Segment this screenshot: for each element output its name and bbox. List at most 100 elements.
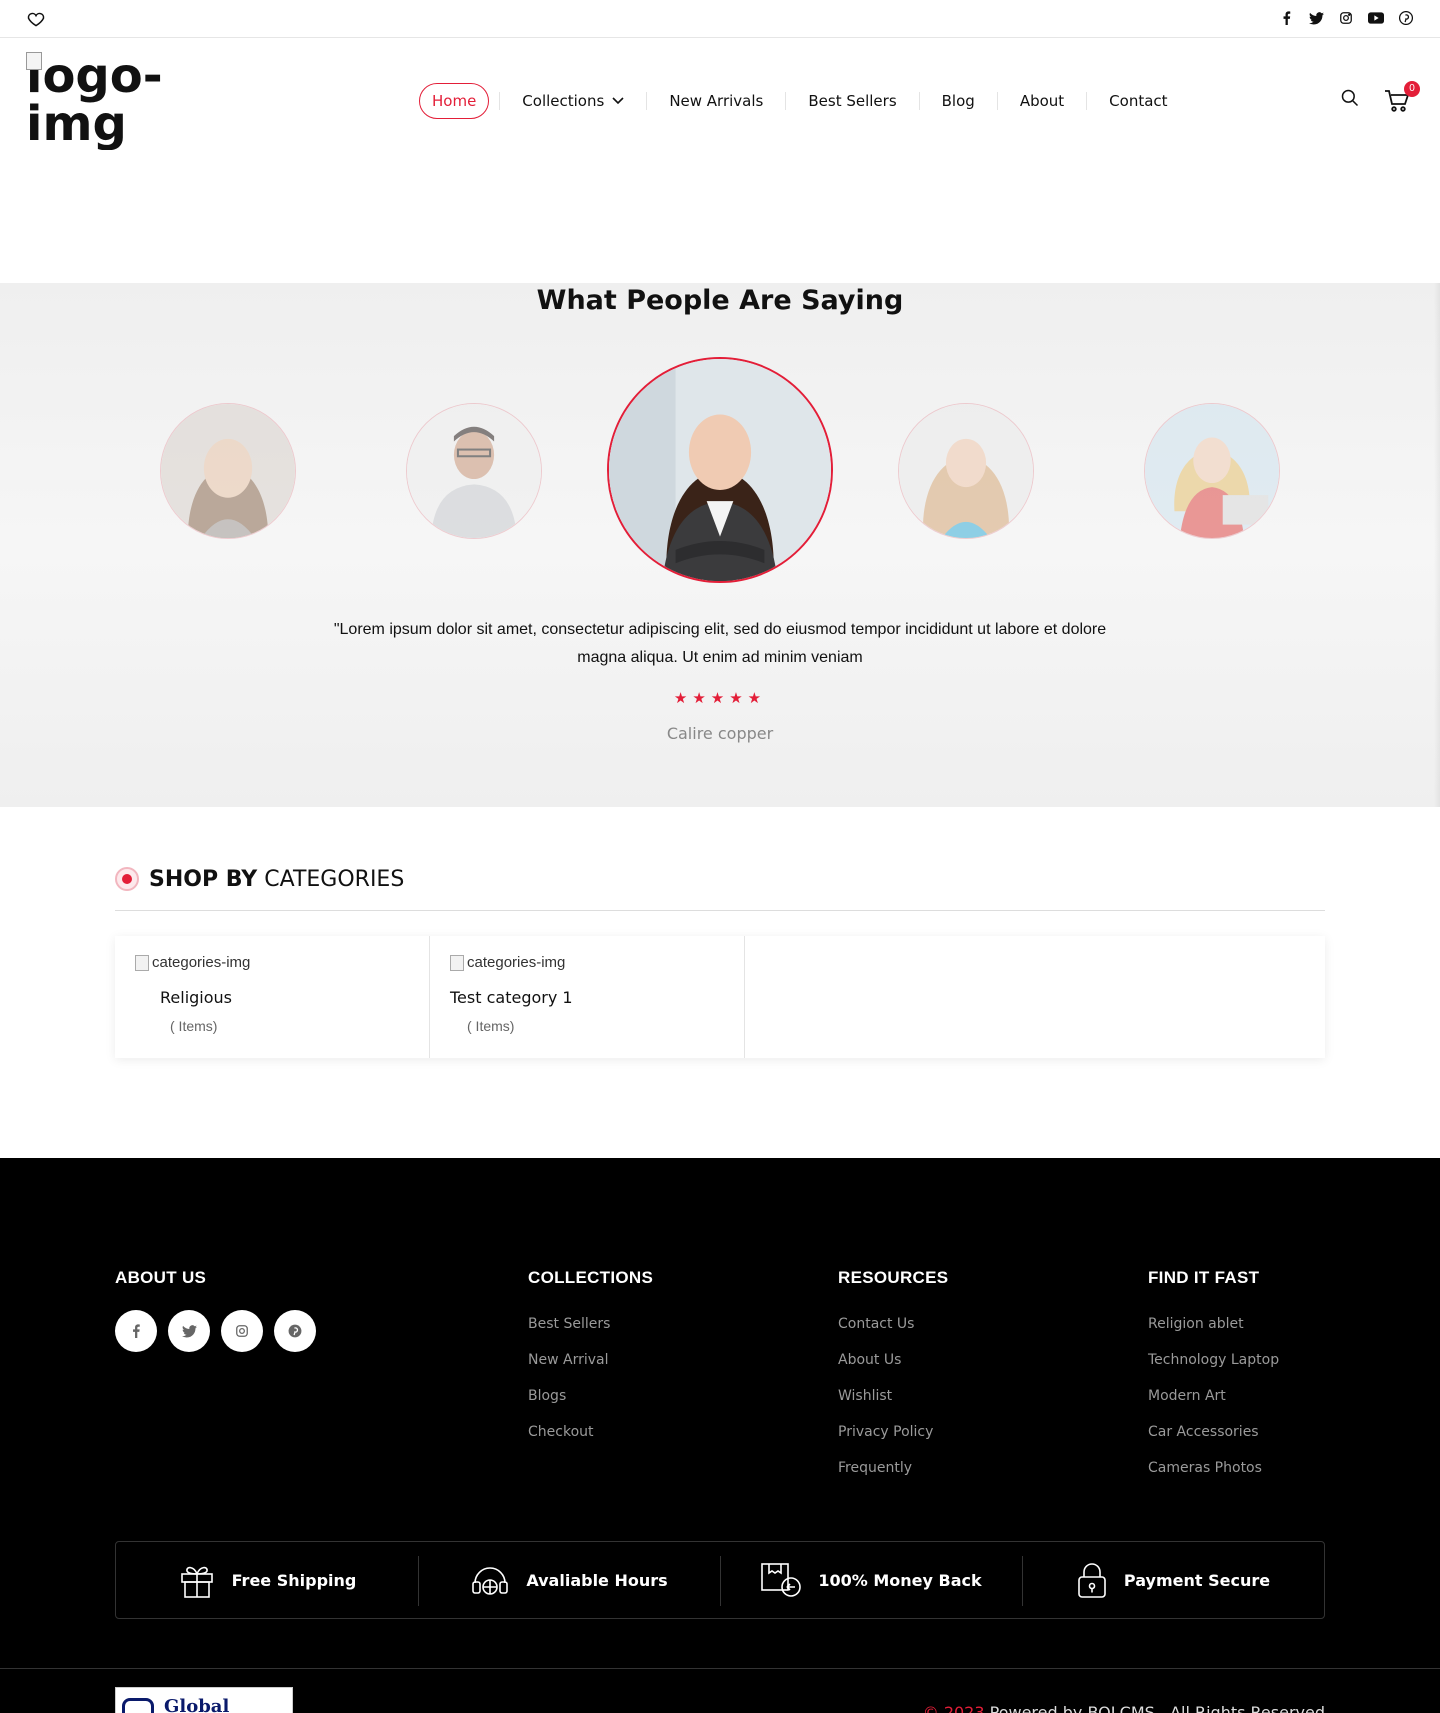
copyright-year: © 2023 <box>922 1703 985 1713</box>
footer-find-title: FIND IT FAST <box>1148 1268 1260 1287</box>
footer-link[interactable]: Checkout <box>528 1422 653 1458</box>
nav-home[interactable]: Home <box>419 83 490 119</box>
youtube-icon[interactable] <box>1368 10 1384 26</box>
testimonial-avatar[interactable] <box>160 403 296 539</box>
nav-collections[interactable]: Collections <box>510 83 636 119</box>
instagram-icon[interactable] <box>1338 10 1354 26</box>
category-card[interactable]: categories-img Test category 1 ( Items) <box>430 936 745 1058</box>
cart-button[interactable]: 0 <box>1384 80 1420 113</box>
footer-link[interactable]: Frequently <box>838 1458 948 1494</box>
nav-divider <box>1086 92 1088 110</box>
feature-free-shipping: Free Shipping <box>116 1542 418 1618</box>
nav-divider <box>996 92 998 110</box>
footer-link[interactable]: Blogs <box>528 1386 653 1422</box>
nav-best-sellers[interactable]: Best Sellers <box>796 83 908 119</box>
main-nav: Home Collections New Arrivals Best Selle… <box>419 83 1180 119</box>
footer-about-title: ABOUT US <box>115 1268 207 1287</box>
footer-link[interactable]: Privacy Policy <box>838 1422 948 1458</box>
instagram-icon[interactable] <box>221 1310 263 1352</box>
category-image-alt: categories-img <box>467 954 566 971</box>
testimonial-author: Calire copper <box>666 724 774 743</box>
footer-link[interactable]: Contact Us <box>838 1314 948 1350</box>
nav-best-sellers-label: Best Sellers <box>808 92 897 110</box>
pinterest-icon[interactable] <box>1398 10 1414 26</box>
broken-image-icon <box>135 954 149 971</box>
category-card[interactable]: categories-img Religious ( Items) <box>115 936 430 1058</box>
footer-resources: RESOURCES Contact Us About Us Wishlist P… <box>838 1268 948 1494</box>
site-logo[interactable]: logo-img <box>26 52 176 150</box>
footer-link[interactable]: About Us <box>838 1350 948 1386</box>
broken-image-icon <box>26 52 42 70</box>
nav-divider <box>646 92 648 110</box>
site-footer: ABOUT US COLLECTIONS Best Sellers New Ar… <box>0 1158 1440 1713</box>
footer-about: ABOUT US <box>115 1268 316 1352</box>
person-photo-icon <box>609 359 831 581</box>
facebook-icon[interactable] <box>1278 10 1294 26</box>
nav-contact[interactable]: Contact <box>1097 83 1179 119</box>
features-strip: Free Shipping Avaliable Hours 100% Money… <box>115 1541 1325 1619</box>
category-count: ( Items) <box>170 1018 218 1034</box>
copyright-text: Powered by BOLCMS . All Rights Reserved <box>984 1703 1325 1713</box>
nav-divider <box>785 92 787 110</box>
category-name[interactable]: Test category 1 <box>450 988 573 1007</box>
nav-new-arrivals[interactable]: New Arrivals <box>657 83 775 119</box>
facebook-icon[interactable] <box>115 1310 157 1352</box>
footer-logo[interactable]: Global Studio <box>115 1687 293 1713</box>
broken-image-icon <box>450 954 464 971</box>
person-photo-icon <box>407 404 541 538</box>
cart-count-badge: 0 <box>1404 80 1420 97</box>
testimonial-avatar-active[interactable] <box>607 357 833 583</box>
footer-link[interactable]: Car Accessories <box>1148 1422 1279 1458</box>
nav-divider <box>499 92 501 110</box>
person-photo-icon <box>1145 404 1279 538</box>
nav-about[interactable]: About <box>1008 83 1076 119</box>
search-icon[interactable] <box>1340 88 1360 113</box>
logo-alt-text: logo-img <box>26 52 163 150</box>
lock-icon <box>1078 1563 1106 1598</box>
money-back-icon <box>761 1563 802 1597</box>
testimonial-avatar[interactable] <box>898 403 1034 539</box>
copyright: © 2023 Powered by BOLCMS . All Rights Re… <box>923 1703 1325 1713</box>
footer-find-it-fast: FIND IT FAST Religion ablet Technology L… <box>1148 1268 1279 1494</box>
feature-payment-secure: Payment Secure <box>1022 1542 1324 1618</box>
footer-bottom-bar: Global Studio © 2023 Powered by BOLCMS .… <box>0 1668 1440 1713</box>
category-image[interactable]: categories-img <box>450 954 565 971</box>
feature-label: Payment Secure <box>1123 1570 1271 1590</box>
nav-blog[interactable]: Blog <box>930 83 987 119</box>
feature-label: Free Shipping <box>231 1570 357 1590</box>
footer-logo-text: Global Studio <box>164 1696 230 1713</box>
category-image[interactable]: categories-img <box>135 954 250 971</box>
footer-link[interactable]: Technology Laptop <box>1148 1350 1279 1386</box>
brand-mark-icon <box>122 1698 154 1713</box>
feature-money-back: 100% Money Back <box>720 1542 1022 1618</box>
footer-link[interactable]: Religion ablet <box>1148 1314 1279 1350</box>
nav-collections-label: Collections <box>522 92 605 110</box>
feature-label: Avaliable Hours <box>526 1570 668 1590</box>
categories-list: categories-img Religious ( Items) catego… <box>115 936 1325 1058</box>
wishlist-heart-icon[interactable] <box>26 9 46 29</box>
footer-link[interactable]: Best Sellers <box>528 1314 653 1350</box>
footer-link[interactable]: Cameras Photos <box>1148 1458 1279 1494</box>
testimonials-title: What People Are Saying <box>536 285 904 316</box>
feature-available-hours: Avaliable Hours <box>418 1542 720 1618</box>
rating-stars: ★★★★★ <box>673 690 767 707</box>
twitter-icon[interactable] <box>1308 10 1324 26</box>
chevron-down-icon <box>612 97 624 105</box>
twitter-icon[interactable] <box>168 1310 210 1352</box>
categories-title-bold: SHOP BY <box>149 867 258 892</box>
footer-link[interactable]: New Arrival <box>528 1350 653 1386</box>
testimonial-avatar[interactable] <box>406 403 542 539</box>
header-icons: 0 <box>1340 80 1420 113</box>
testimonials-section: What People Are Saying "Lorem ipsum dolo… <box>0 283 1440 807</box>
top-social-links <box>1278 10 1414 26</box>
footer-link[interactable]: Modern Art <box>1148 1386 1279 1422</box>
footer-resources-title: RESOURCES <box>838 1268 949 1287</box>
testimonial-quote: "Lorem ipsum dolor sit amet, consectetur… <box>333 621 1107 666</box>
pinterest-icon[interactable] <box>274 1310 316 1352</box>
testimonial-avatar[interactable] <box>1144 403 1280 539</box>
category-name[interactable]: Religious <box>160 988 232 1007</box>
nav-new-arrivals-label: New Arrivals <box>669 92 764 110</box>
footer-social-links <box>115 1310 316 1352</box>
footer-link[interactable]: Wishlist <box>838 1386 948 1422</box>
gift-icon <box>180 1566 213 1598</box>
